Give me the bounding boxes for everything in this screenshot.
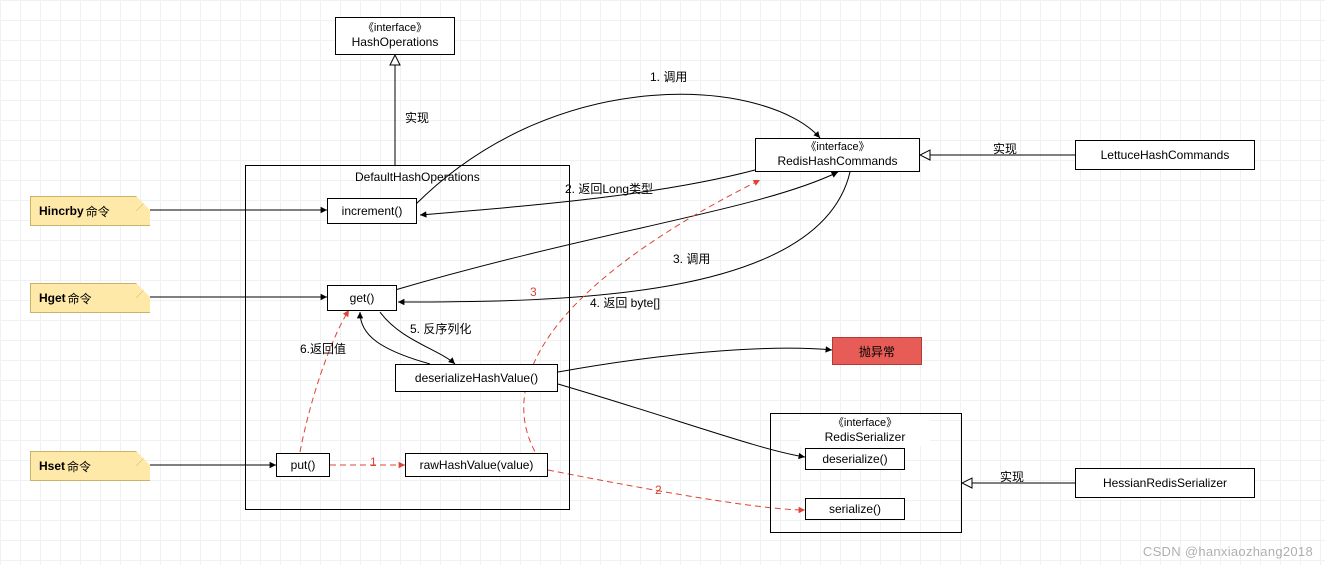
name-redis-serializer: RedisSerializer: [825, 430, 906, 444]
node-get: get(): [327, 285, 397, 311]
stereo-redis-hash-cmds: 《interface》: [805, 141, 869, 154]
node-raw-hash-value: rawHashValue(value): [405, 453, 548, 477]
node-hash-operations-if: 《interface》 HashOperations: [335, 17, 455, 55]
node-deserialize-hash-value: deserializeHashValue(): [395, 364, 558, 392]
note-hincrby: Hincrby 命令: [30, 196, 150, 226]
label-impl1: 实现: [405, 109, 429, 126]
node-serialize: serialize(): [805, 498, 905, 520]
node-redis-serializer-if: 《interface》 RedisSerializer: [800, 416, 930, 446]
node-throw-exception: 抛异常: [832, 337, 922, 365]
label-call3: 3. 调用: [673, 250, 710, 267]
note-hset-b: Hset: [39, 459, 65, 473]
name-redis-hash-cmds: RedisHashCommands: [777, 154, 897, 168]
note-hset-t: 命令: [67, 458, 91, 475]
note-hincrby-b: Hincrby: [39, 204, 84, 218]
label-deserialize5: 5. 反序列化: [410, 320, 471, 337]
node-lettuce-hash-commands: LettuceHashCommands: [1075, 140, 1255, 170]
label-call1: 1. 调用: [650, 68, 687, 85]
note-hget: Hget 命令: [30, 283, 150, 313]
label-ret-long: 2. 返回Long类型: [565, 180, 653, 197]
node-redis-hash-cmds-if: 《interface》 RedisHashCommands: [755, 138, 920, 172]
node-increment: increment(): [327, 198, 417, 224]
watermark: CSDN @hanxiaozhang2018: [1143, 544, 1313, 559]
label-retval6: 6.返回值: [300, 340, 346, 357]
label-dash2: 2: [655, 483, 662, 497]
node-hessian-redis-serializer: HessianRedisSerializer: [1075, 468, 1255, 498]
label-impl3: 实现: [1000, 468, 1024, 485]
node-put: put(): [276, 453, 330, 477]
name-hash-ops: HashOperations: [352, 35, 439, 49]
note-hincrby-t: 命令: [86, 203, 110, 220]
stereo-redis-serializer: 《interface》: [833, 417, 897, 430]
note-hset: Hset 命令: [30, 451, 150, 481]
label-dash1: 1: [370, 455, 377, 469]
label-impl2: 实现: [993, 140, 1017, 157]
note-hget-t: 命令: [68, 290, 92, 307]
label-step3: 3: [530, 285, 537, 299]
stereo-hash-ops: 《interface》: [363, 22, 427, 35]
note-hget-b: Hget: [39, 291, 66, 305]
node-deserialize: deserialize(): [805, 448, 905, 470]
label-ret-bytes: 4. 返回 byte[]: [590, 294, 660, 311]
container-title-default-hash-ops: DefaultHashOperations: [355, 170, 480, 184]
